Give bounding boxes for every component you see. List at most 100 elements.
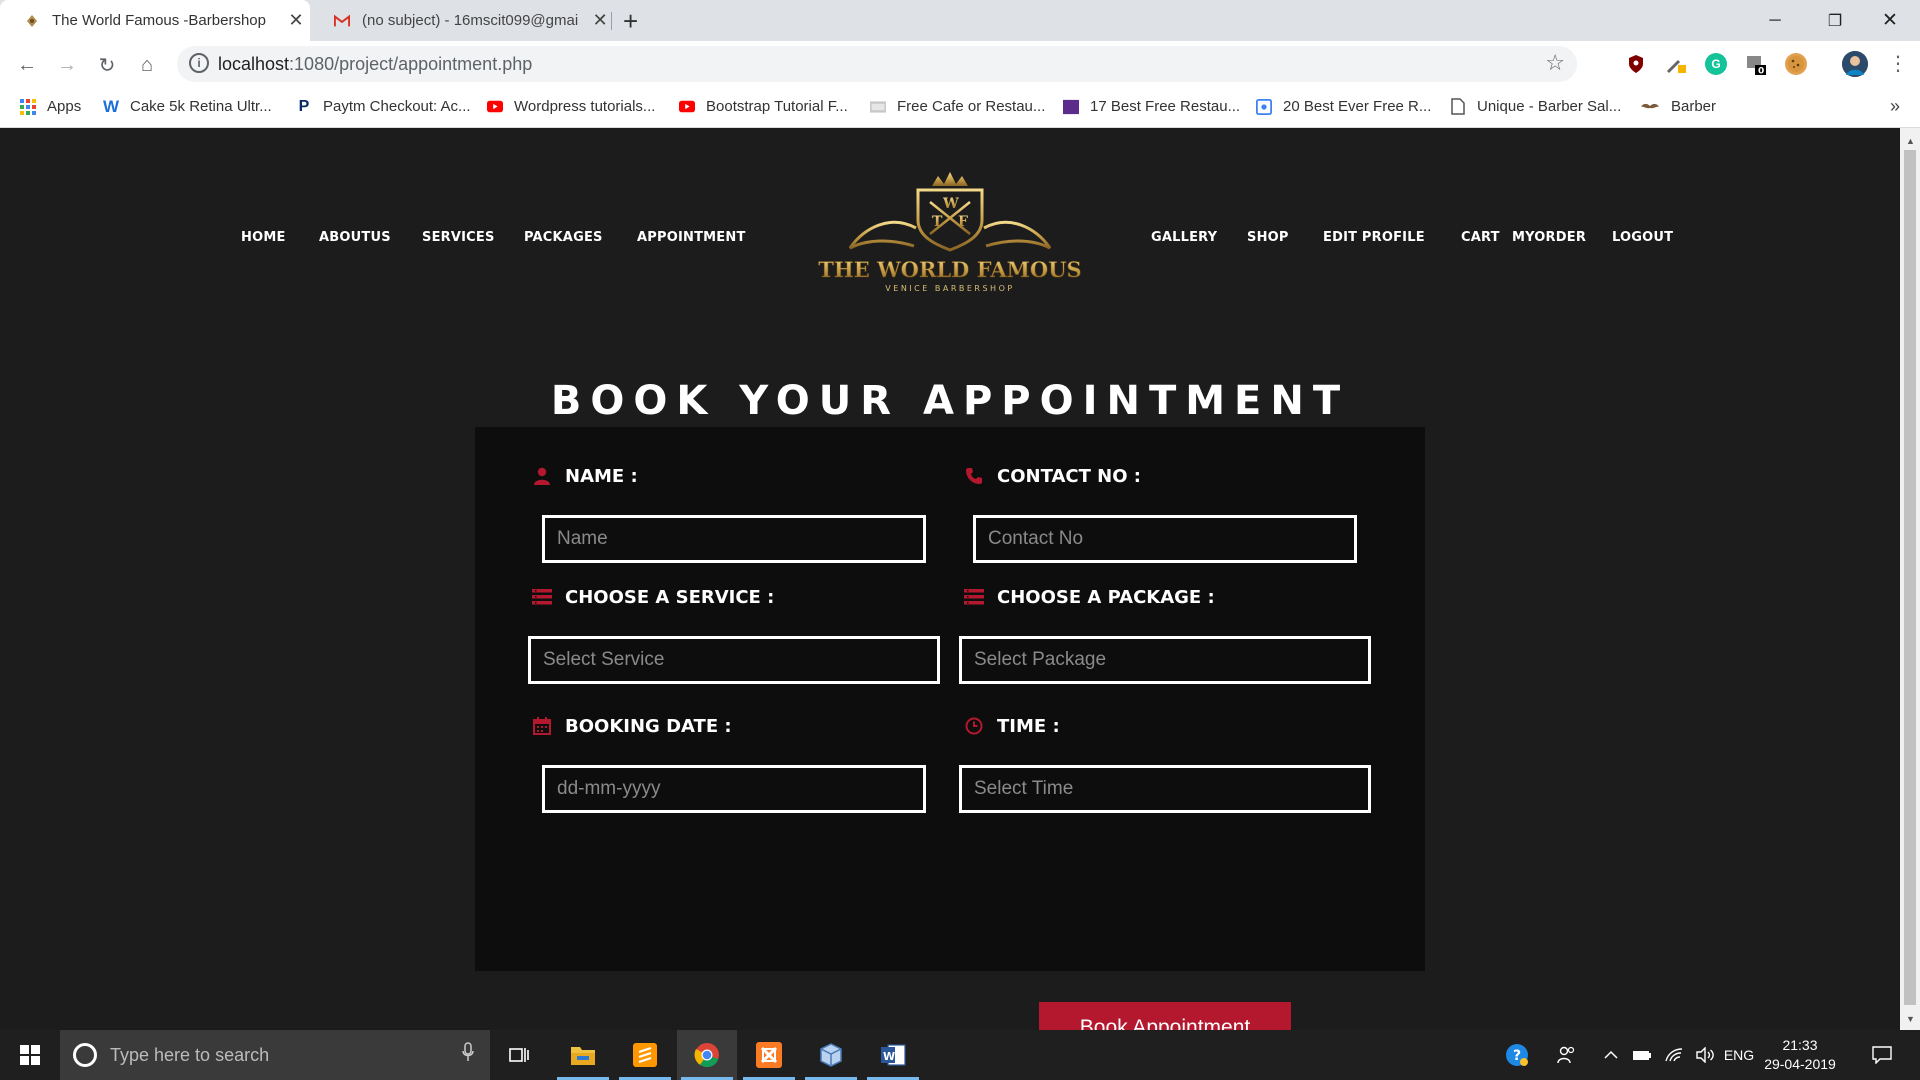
booking-date-input[interactable] [542, 765, 926, 813]
svg-text:VENICE BARBERSHOP: VENICE BARBERSHOP [885, 284, 1014, 293]
bookmark-barber[interactable]: Barber [1640, 98, 1716, 115]
paytm-icon: P [298, 97, 310, 115]
bookmark-label: Paytm Checkout: Ac... [323, 98, 471, 115]
windows-start-button[interactable] [0, 1030, 60, 1080]
w-logo-icon: W [102, 96, 120, 116]
scroll-up-icon[interactable]: ▲ [1906, 136, 1915, 146]
ublock-shield-icon[interactable] [1625, 53, 1647, 75]
contact-input[interactable] [973, 515, 1357, 563]
restore-icon[interactable]: ❐ [1805, 0, 1865, 41]
bookmark-apps[interactable]: Apps [20, 98, 81, 115]
dribbble-icon [1256, 98, 1272, 115]
help-icon[interactable]: ? [1500, 1030, 1534, 1080]
show-hidden-icons-icon[interactable] [1598, 1030, 1624, 1080]
wifi-icon[interactable] [1660, 1030, 1688, 1080]
extension-badge-icon[interactable]: 0 [1745, 53, 1767, 75]
battery-icon[interactable] [1628, 1030, 1656, 1080]
svg-text:T: T [932, 214, 943, 230]
bookmark-wordpress[interactable]: Wordpress tutorials... [487, 98, 655, 115]
profile-avatar-icon[interactable] [1842, 51, 1868, 77]
package-label: CHOOSE A PACKAGE : [963, 586, 1215, 608]
page-icon [1450, 98, 1466, 115]
microphone-icon[interactable] [462, 1042, 474, 1067]
bookmark-20-best[interactable]: 20 Best Ever Free R... [1256, 98, 1431, 115]
cookie-icon[interactable] [1785, 53, 1807, 75]
bookmark-bootstrap[interactable]: Bootstrap Tutorial F... [679, 98, 848, 115]
reload-icon[interactable]: ↻ [93, 51, 121, 79]
nav-appointment[interactable]: APPOINTMENT [637, 230, 746, 245]
bookmark-label: Barber [1671, 98, 1717, 115]
bookmark-star-icon[interactable]: ☆ [1545, 50, 1565, 76]
nav-cart[interactable]: CART [1461, 230, 1500, 245]
calendar-icon [531, 715, 553, 737]
bookmark-label: Unique - Barber Sal... [1477, 98, 1622, 115]
bookmark-paytm[interactable]: P Paytm Checkout: Ac... [296, 97, 471, 116]
clock-date: 29-04-2019 [1764, 1056, 1836, 1072]
url-text[interactable]: localhost:1080/project/appointment.php [218, 54, 532, 75]
time-label-text: TIME : [997, 715, 1060, 737]
nav-myorder[interactable]: MYORDER [1512, 230, 1586, 245]
scrollbar-thumb[interactable] [1904, 150, 1916, 1005]
service-label-text: CHOOSE A SERVICE : [565, 586, 775, 608]
scroll-down-icon[interactable]: ▼ [1906, 1014, 1915, 1024]
grammarly-icon[interactable]: G [1705, 53, 1727, 75]
virtualbox-icon[interactable] [801, 1030, 861, 1080]
close-tab-icon[interactable]: ✕ [590, 10, 610, 31]
taskbar-search-box[interactable]: Type here to search [60, 1030, 490, 1080]
page-scrollbar[interactable]: ▲ ▼ [1900, 128, 1920, 1030]
people-icon[interactable] [1552, 1030, 1582, 1080]
eyedropper-extension-icon[interactable] [1665, 53, 1687, 75]
bookmark-unique-barber[interactable]: Unique - Barber Sal... [1450, 98, 1621, 115]
name-input[interactable] [542, 515, 926, 563]
more-bookmarks-icon[interactable]: » [1890, 96, 1900, 117]
home-icon[interactable]: ⌂ [133, 51, 161, 79]
tab-divider [611, 12, 612, 30]
bookmark-label: 17 Best Free Restau... [1090, 98, 1241, 115]
service-select[interactable] [528, 636, 940, 684]
nav-aboutus[interactable]: ABOUTUS [319, 230, 391, 245]
site-info-icon[interactable]: i [189, 53, 209, 73]
bookmark-17-best[interactable]: 17 Best Free Restau... [1063, 98, 1240, 115]
language-indicator[interactable]: ENG [1718, 1030, 1760, 1080]
time-select[interactable] [959, 765, 1371, 813]
bookmark-label: Bootstrap Tutorial F... [706, 98, 848, 115]
nav-edit-profile[interactable]: EDIT PROFILE [1323, 230, 1425, 245]
list-icon [531, 586, 553, 608]
close-tab-icon[interactable]: ✕ [286, 10, 306, 31]
site-logo[interactable]: T W F THE WORLD FAMOUS VENICE BARBERSHOP [810, 168, 1090, 298]
taskbar-clock[interactable]: 21:33 29-04-2019 [1760, 1036, 1840, 1074]
xampp-icon[interactable] [739, 1030, 799, 1080]
minimize-icon[interactable]: ─ [1745, 0, 1805, 41]
file-explorer-icon[interactable] [553, 1030, 613, 1080]
tab-barbershop[interactable]: The World Famous -Barbershop ✕ [0, 0, 310, 41]
nav-logout[interactable]: LOGOUT [1612, 230, 1673, 245]
browser-menu-icon[interactable]: ⋮ [1888, 51, 1908, 76]
windows-taskbar: Type here to search W ? ENG 21:33 29-04-… [0, 1030, 1920, 1080]
book-appointment-button[interactable]: Book Appointment [1039, 1002, 1291, 1030]
sublime-text-icon[interactable] [615, 1030, 675, 1080]
svg-text:W: W [883, 1050, 895, 1063]
cortana-icon [73, 1043, 97, 1067]
tab-gmail[interactable]: (no subject) - 16mscit099@gmail ✕ [310, 0, 610, 41]
task-view-icon[interactable] [490, 1030, 550, 1080]
package-select[interactable] [959, 636, 1371, 684]
forward-arrow-icon[interactable]: → [53, 51, 81, 79]
action-center-icon[interactable] [1862, 1030, 1902, 1080]
word-icon[interactable]: W [863, 1030, 923, 1080]
bookmark-free-cafe[interactable]: Free Cafe or Restau... [870, 98, 1045, 115]
back-arrow-icon[interactable]: ← [13, 51, 41, 79]
list-icon [963, 586, 985, 608]
nav-shop[interactable]: SHOP [1247, 230, 1289, 245]
bookmark-cake[interactable]: W Cake 5k Retina Ultr... [102, 96, 272, 116]
new-tab-button[interactable]: + [623, 6, 638, 37]
svg-text:W: W [942, 196, 959, 212]
nav-packages[interactable]: PACKAGES [524, 230, 603, 245]
nav-services[interactable]: SERVICES [422, 230, 495, 245]
nav-gallery[interactable]: GALLERY [1151, 230, 1217, 245]
close-window-icon[interactable]: ✕ [1860, 0, 1920, 41]
gmail-icon [334, 13, 350, 29]
address-bar[interactable]: i localhost:1080/project/appointment.php… [177, 46, 1577, 82]
chrome-icon[interactable] [677, 1030, 737, 1080]
volume-icon[interactable] [1690, 1030, 1720, 1080]
nav-home[interactable]: HOME [241, 230, 286, 245]
